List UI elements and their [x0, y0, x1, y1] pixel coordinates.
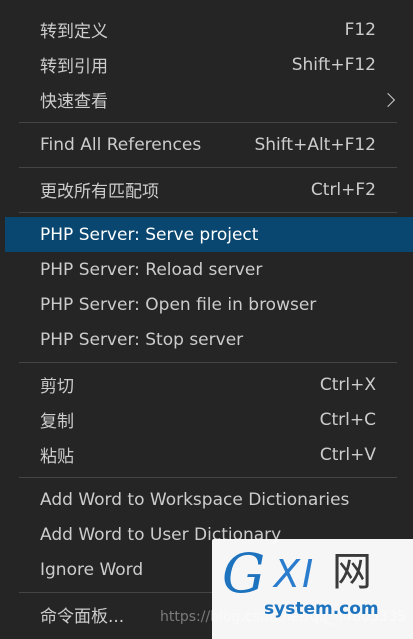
- menu-item-cut[interactable]: 剪切 Ctrl+X: [5, 367, 413, 402]
- menu-item-php-serve-project[interactable]: PHP Server: Serve project: [5, 217, 413, 252]
- logo-domain: system.com: [264, 599, 379, 619]
- screenshot-frame: 转到定义 F12 转到引用 Shift+F12 快速查看 Find All Re…: [0, 0, 413, 639]
- menu-item-shortcut: Ctrl+V: [319, 444, 376, 465]
- menu-item-php-open-in-browser[interactable]: PHP Server: Open file in browser: [5, 287, 413, 322]
- menu-item-go-to-definition[interactable]: 转到定义 F12: [5, 12, 413, 47]
- menu-item-label: 转到定义: [40, 22, 108, 42]
- logo-letter-g: G: [222, 542, 266, 605]
- menu-item-label: PHP Server: Serve project: [40, 224, 259, 245]
- menu-item-label: PHP Server: Reload server: [40, 259, 263, 280]
- menu-item-label: PHP Server: Stop server: [40, 329, 244, 350]
- menu-item-label: 复制: [40, 412, 74, 432]
- menu-item-shortcut: Ctrl+C: [319, 409, 376, 430]
- menu-item-find-all-references[interactable]: Find All References Shift+Alt+F12: [5, 127, 413, 162]
- menu-item-label: Add Word to Workspace Dictionaries: [40, 489, 350, 510]
- menu-item-shortcut: Shift+F12: [291, 54, 376, 75]
- logo-letters-xi: XI: [274, 552, 316, 596]
- menu-item-copy[interactable]: 复制 Ctrl+C: [5, 402, 413, 437]
- menu-item-label: PHP Server: Open file in browser: [40, 294, 317, 315]
- logo-char-wang: 网: [332, 549, 372, 595]
- menu-item-paste[interactable]: 粘贴 Ctrl+V: [5, 437, 413, 472]
- menu-item-php-reload-server[interactable]: PHP Server: Reload server: [5, 252, 413, 287]
- chevron-right-icon: [380, 92, 396, 107]
- menu-item-peek[interactable]: 快速查看: [5, 82, 413, 117]
- menu-item-shortcut: F12: [344, 19, 376, 40]
- menu-item-label: 转到引用: [40, 57, 108, 77]
- menu-item-label: 更改所有匹配项: [40, 182, 159, 202]
- menu-item-label: Find All References: [40, 134, 202, 155]
- menu-item-php-stop-server[interactable]: PHP Server: Stop server: [5, 322, 413, 357]
- menu-separator: [5, 357, 413, 367]
- menu-item-change-all-occurrences[interactable]: 更改所有匹配项 Ctrl+F2: [5, 172, 413, 207]
- menu-separator: [5, 117, 413, 127]
- menu-separator: [5, 207, 413, 217]
- menu-item-label: 快速查看: [40, 92, 108, 112]
- menu-item-shortcut: Ctrl+F2: [310, 179, 376, 200]
- menu-item-shortcut: Shift+Alt+F12: [254, 134, 376, 155]
- menu-separator: [5, 472, 413, 482]
- site-logo-watermark: G XI 网 system.com: [212, 539, 413, 639]
- menu-item-add-word-workspace[interactable]: Add Word to Workspace Dictionaries: [5, 482, 413, 517]
- menu-item-shortcut: Ctrl+X: [319, 374, 376, 395]
- menu-item-label: 剪切: [40, 377, 74, 397]
- menu-item-label: 粘贴: [40, 447, 74, 467]
- menu-separator: [5, 162, 413, 172]
- menu-item-go-to-references[interactable]: 转到引用 Shift+F12: [5, 47, 413, 82]
